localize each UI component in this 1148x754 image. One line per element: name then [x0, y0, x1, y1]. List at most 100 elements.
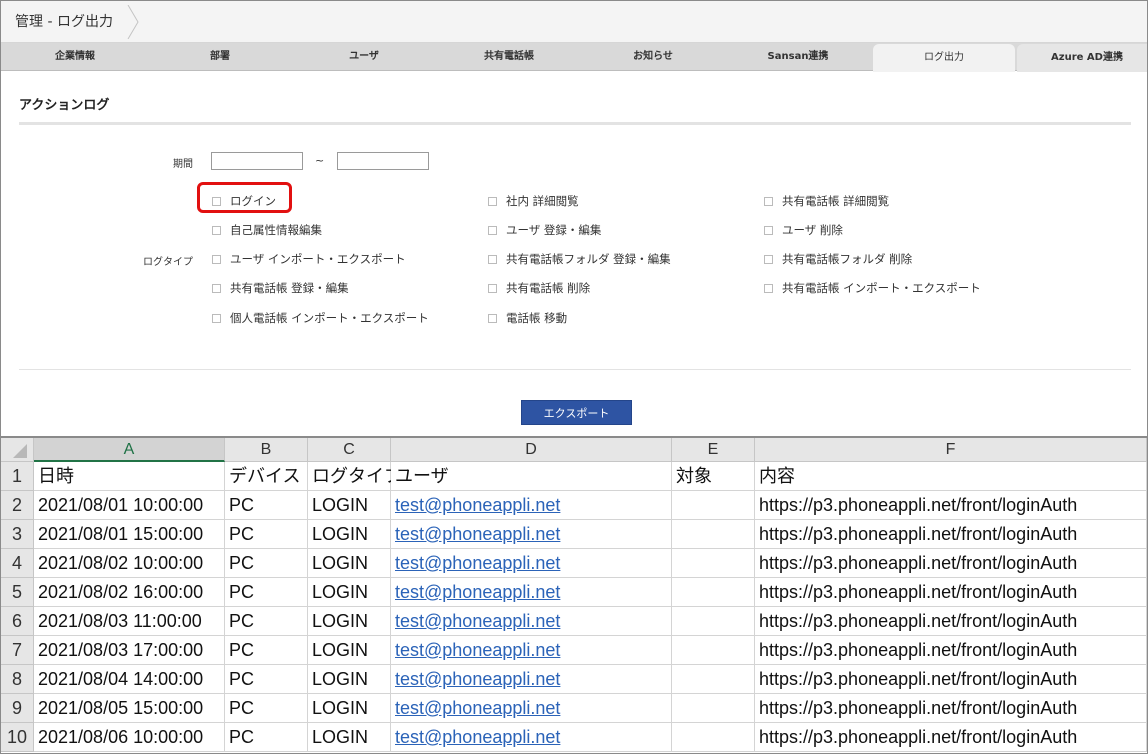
table-cell[interactable]: 2021/08/02 10:00:00 [34, 549, 225, 578]
checkbox-box[interactable] [488, 283, 497, 293]
table-cell[interactable]: https://p3.phoneappli.net/front/loginAut… [755, 636, 1147, 665]
table-cell[interactable] [672, 491, 755, 520]
table-cell[interactable]: PC [225, 665, 308, 694]
export-button[interactable]: エクスポート [521, 400, 632, 425]
row-header[interactable]: 9 [1, 694, 34, 723]
table-cell[interactable]: PC [225, 549, 308, 578]
row-header[interactable]: 3 [1, 520, 34, 549]
table-cell[interactable]: PC [225, 636, 308, 665]
checkbox-box[interactable] [212, 283, 221, 293]
table-cell[interactable] [672, 520, 755, 549]
tab-azure-ad[interactable]: Azure AD連携 [1017, 44, 1147, 72]
checkbox-internal-detail-view[interactable]: 社内 詳細閲覧 [488, 193, 579, 209]
row-header[interactable]: 10 [1, 723, 34, 752]
checkbox-phonebook-move[interactable]: 電話帳 移動 [488, 310, 567, 326]
table-cell[interactable]: PC [225, 491, 308, 520]
row-header[interactable]: 5 [1, 578, 34, 607]
checkbox-box[interactable] [764, 225, 773, 235]
period-to-input[interactable] [337, 152, 429, 170]
email-link-cell[interactable]: test@phoneappli.net [391, 607, 672, 636]
checkbox-self-profile-edit[interactable]: 自己属性情報編集 [212, 222, 322, 238]
checkbox-box[interactable] [488, 225, 497, 235]
table-cell[interactable]: https://p3.phoneappli.net/front/loginAut… [755, 607, 1147, 636]
table-cell[interactable] [672, 549, 755, 578]
table-cell[interactable]: PC [225, 694, 308, 723]
checkbox-box[interactable] [488, 254, 497, 264]
table-cell[interactable]: LOGIN [308, 520, 391, 549]
table-cell[interactable]: 2021/08/03 11:00:00 [34, 607, 225, 636]
row-header[interactable]: 1 [1, 462, 34, 491]
checkbox-box[interactable] [488, 313, 497, 323]
column-header-c[interactable]: C [308, 438, 391, 462]
email-link-cell[interactable]: test@phoneappli.net [391, 520, 672, 549]
checkbox-box[interactable] [764, 196, 773, 206]
table-cell[interactable] [672, 723, 755, 752]
table-cell[interactable]: LOGIN [308, 578, 391, 607]
table-cell[interactable]: 2021/08/01 15:00:00 [34, 520, 225, 549]
table-cell[interactable] [672, 665, 755, 694]
table-cell[interactable]: https://p3.phoneappli.net/front/loginAut… [755, 694, 1147, 723]
table-cell[interactable]: LOGIN [308, 607, 391, 636]
table-cell[interactable]: https://p3.phoneappli.net/front/loginAut… [755, 549, 1147, 578]
table-cell[interactable] [672, 578, 755, 607]
email-link-cell[interactable]: test@phoneappli.net [391, 665, 672, 694]
period-from-input[interactable] [211, 152, 303, 170]
email-link-cell[interactable]: test@phoneappli.net [391, 694, 672, 723]
tab-company-info[interactable]: 企業情報 [1, 43, 149, 71]
table-cell[interactable]: https://p3.phoneappli.net/front/loginAut… [755, 520, 1147, 549]
table-cell[interactable]: PC [225, 607, 308, 636]
table-cell[interactable]: LOGIN [308, 549, 391, 578]
column-header-f[interactable]: F [755, 438, 1147, 462]
table-cell[interactable]: LOGIN [308, 694, 391, 723]
table-cell[interactable]: 2021/08/04 14:00:00 [34, 665, 225, 694]
tab-notices[interactable]: お知らせ [581, 43, 725, 71]
checkbox-shared-folder-delete[interactable]: 共有電話帳フォルダ 削除 [764, 251, 912, 267]
checkbox-box[interactable] [212, 225, 221, 235]
column-header-e[interactable]: E [672, 438, 755, 462]
table-cell[interactable]: 2021/08/03 17:00:00 [34, 636, 225, 665]
email-link-cell[interactable]: test@phoneappli.net [391, 549, 672, 578]
table-cell[interactable]: https://p3.phoneappli.net/front/loginAut… [755, 491, 1147, 520]
header-cell[interactable]: デバイス [225, 462, 308, 491]
column-header-b[interactable]: B [225, 438, 308, 462]
checkbox-shared-phonebook-detail-view[interactable]: 共有電話帳 詳細閲覧 [764, 193, 889, 209]
table-cell[interactable]: 2021/08/06 10:00:00 [34, 723, 225, 752]
checkbox-box[interactable] [212, 254, 221, 264]
header-cell[interactable]: 対象 [672, 462, 755, 491]
email-link-cell[interactable]: test@phoneappli.net [391, 636, 672, 665]
checkbox-box[interactable] [488, 196, 497, 206]
header-cell[interactable]: 日時 [34, 462, 225, 491]
email-link-cell[interactable]: test@phoneappli.net [391, 491, 672, 520]
tab-shared-phonebook[interactable]: 共有電話帳 [437, 43, 581, 71]
email-link-cell[interactable]: test@phoneappli.net [391, 723, 672, 752]
checkbox-shared-folder-register-edit[interactable]: 共有電話帳フォルダ 登録・編集 [488, 251, 671, 267]
checkbox-shared-phonebook-import-export[interactable]: 共有電話帳 インポート・エクスポート [764, 280, 981, 296]
column-header-a[interactable]: A [34, 438, 225, 462]
row-header[interactable]: 6 [1, 607, 34, 636]
checkbox-user-delete[interactable]: ユーザ 削除 [764, 222, 843, 238]
header-cell[interactable]: 内容 [755, 462, 1147, 491]
table-cell[interactable]: LOGIN [308, 636, 391, 665]
row-header[interactable]: 8 [1, 665, 34, 694]
select-all-corner[interactable] [1, 438, 34, 462]
checkbox-box[interactable] [764, 254, 773, 264]
row-header[interactable]: 4 [1, 549, 34, 578]
email-link-cell[interactable]: test@phoneappli.net [391, 578, 672, 607]
tab-sansan[interactable]: Sansan連携 [725, 43, 871, 71]
table-cell[interactable]: LOGIN [308, 665, 391, 694]
table-cell[interactable]: PC [225, 578, 308, 607]
tab-users[interactable]: ユーザ [291, 43, 437, 71]
table-cell[interactable]: https://p3.phoneappli.net/front/loginAut… [755, 578, 1147, 607]
checkbox-user-register-edit[interactable]: ユーザ 登録・編集 [488, 222, 601, 238]
table-cell[interactable]: PC [225, 520, 308, 549]
row-header[interactable]: 7 [1, 636, 34, 665]
row-header[interactable]: 2 [1, 491, 34, 520]
table-cell[interactable]: 2021/08/05 15:00:00 [34, 694, 225, 723]
checkbox-shared-phonebook-delete[interactable]: 共有電話帳 削除 [488, 280, 590, 296]
header-cell[interactable]: ユーザ [391, 462, 672, 491]
checkbox-box[interactable] [764, 283, 773, 293]
checkbox-shared-phonebook-edit[interactable]: 共有電話帳 登録・編集 [212, 280, 349, 296]
checkbox-personal-phonebook-import-export[interactable]: 個人電話帳 インポート・エクスポート [212, 310, 429, 326]
column-header-d[interactable]: D [391, 438, 672, 462]
table-cell[interactable]: 2021/08/01 10:00:00 [34, 491, 225, 520]
